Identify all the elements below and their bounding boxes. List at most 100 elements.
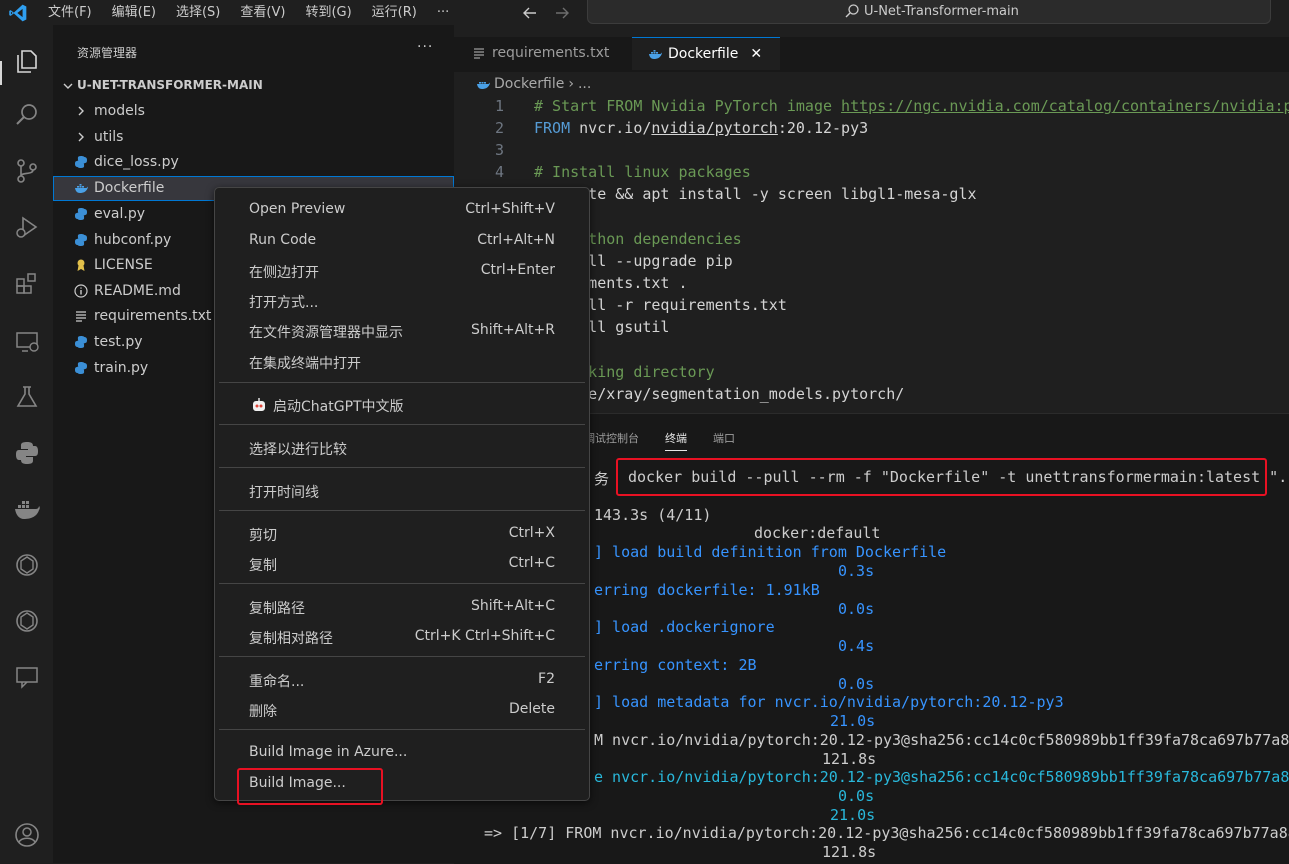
menu-reveal-in-explorer[interactable]: 在文件资源管理器中显示 Shift+Alt+R — [219, 317, 585, 343]
menu-more[interactable]: ··· — [427, 0, 459, 25]
menu-launch-chatgpt[interactable]: 启动ChatGPT中文版 — [219, 391, 585, 417]
tree-item-label: README.md — [94, 283, 181, 299]
menu-edit[interactable]: 编辑(E) — [102, 0, 166, 25]
menu-open-to-side[interactable]: 在侧边打开 Ctrl+Enter — [219, 257, 585, 283]
tree-folder-models[interactable]: models — [53, 99, 454, 124]
vscode-logo-icon — [9, 4, 27, 22]
terminal-line: erring context: 2B — [594, 656, 757, 674]
code-line: 3 — [454, 141, 1289, 163]
license-icon — [77, 259, 85, 271]
sidebar-more-button[interactable]: ··· — [417, 39, 433, 55]
menu-label: Open Preview — [249, 201, 346, 217]
tree-item-label: dice_loss.py — [94, 154, 179, 170]
menu-separator — [219, 583, 585, 584]
code-text: nvcr.io/ — [570, 119, 652, 137]
code-line: 4 # Install linux packages — [454, 163, 1289, 185]
extensions-icon — [15, 273, 36, 294]
activity-bar — [0, 25, 53, 863]
menu-open-preview[interactable]: Open Preview Ctrl+Shift+V — [219, 196, 585, 222]
terminal-line: 0.4s — [838, 637, 875, 655]
terminal-line: 0.0s — [838, 600, 875, 618]
chevron-right-icon — [78, 132, 84, 142]
code-text: t update && apt install -y screen libgl1… — [534, 185, 977, 203]
tab-label: Dockerfile — [668, 46, 739, 62]
menu-open-timeline[interactable]: 打开时间线 — [219, 477, 585, 503]
python-file-icon — [75, 208, 87, 220]
line-number: 2 — [494, 119, 504, 137]
arrow-left-icon[interactable] — [522, 5, 538, 21]
menu-label: Run Code — [249, 232, 317, 248]
menu-build-image-azure[interactable]: Build Image in Azure... — [219, 739, 585, 765]
docker-file-icon — [649, 50, 662, 59]
menu-copy-path[interactable]: 复制路径 Shift+Alt+C — [219, 593, 585, 619]
menu-rename[interactable]: 重命名... F2 — [219, 666, 585, 692]
activity-chatgpt-2[interactable] — [0, 597, 53, 645]
docker-file-icon — [75, 184, 88, 193]
code-link[interactable]: https://ngc.nvidia.com/catalog/container… — [841, 97, 1289, 115]
tree-item-label: LICENSE — [94, 257, 153, 273]
menu-separator — [219, 510, 585, 511]
tab-requirements[interactable]: requirements.txt — [454, 37, 632, 69]
arrow-right-icon[interactable] — [554, 5, 570, 21]
menu-go[interactable]: 转到(G) — [295, 0, 361, 25]
activity-search[interactable] — [0, 91, 53, 139]
info-icon — [74, 284, 88, 298]
terminal-line: 21.0s — [830, 712, 876, 730]
python-file-icon — [75, 234, 87, 246]
tree-item-label: models — [94, 103, 145, 119]
tree-item-label: train.py — [94, 360, 149, 376]
menu-shortcut: Ctrl+Enter — [480, 262, 555, 278]
tab-dockerfile[interactable]: Dockerfile ✕ — [632, 37, 780, 70]
tree-item-label: utils — [94, 129, 124, 145]
menu-open-in-terminal[interactable]: 在集成终端中打开 — [219, 348, 585, 374]
activity-testing[interactable] — [0, 373, 53, 421]
menu-label: 选择以进行比较 — [249, 442, 347, 458]
close-icon[interactable]: ✕ — [750, 46, 762, 62]
activity-remote-explorer[interactable] — [0, 317, 53, 365]
menu-cut[interactable]: 剪切 Ctrl+X — [219, 520, 585, 546]
tree-file-dice-loss[interactable]: dice_loss.py — [53, 150, 454, 175]
menu-separator — [219, 382, 585, 383]
breadcrumb-separator: › — [568, 76, 574, 92]
tree-folder-utils[interactable]: utils — [53, 125, 454, 150]
command-highlight — [616, 458, 1267, 496]
tab-debug-console[interactable]: 调试控制台 — [584, 430, 639, 451]
menu-file[interactable]: 文件(F) — [38, 0, 102, 25]
menu-select-for-compare[interactable]: 选择以进行比较 — [219, 434, 585, 460]
menu-separator — [219, 656, 585, 657]
folder-header[interactable]: U-NET-TRANSFORMER-MAIN — [53, 75, 454, 97]
activity-docker[interactable] — [0, 485, 53, 533]
breadcrumb-more[interactable]: ... — [578, 76, 591, 92]
activity-extensions[interactable] — [0, 259, 53, 307]
terminal-line: erring dockerfile: 1.91kB — [594, 581, 820, 599]
code-link[interactable]: nvidia/pytorch — [651, 119, 777, 137]
menu-selection[interactable]: 选择(S) — [166, 0, 230, 25]
menu-open-with[interactable]: 打开方式... — [219, 287, 585, 313]
menu-shortcut: Ctrl+X — [508, 525, 555, 541]
chevron-down-icon — [63, 83, 73, 89]
menu-copy[interactable]: 复制 Ctrl+C — [219, 550, 585, 576]
menu-delete[interactable]: 删除 Delete — [219, 696, 585, 722]
activity-account[interactable] — [0, 811, 53, 859]
activity-chat[interactable] — [0, 653, 53, 701]
menu-view[interactable]: 查看(V) — [230, 0, 295, 25]
menu-run[interactable]: 运行(R) — [362, 0, 427, 25]
activity-chatgpt-1[interactable] — [0, 541, 53, 589]
terminal-line: 121.8s — [822, 843, 877, 861]
menu-shortcut: Shift+Alt+R — [471, 322, 555, 338]
activity-source-control[interactable] — [0, 147, 53, 195]
terminal-line: e nvcr.io/nvidia/pytorch:20.12-py3@sha25… — [594, 768, 1289, 786]
activity-python[interactable] — [0, 429, 53, 477]
terminal-line: 0.0s — [838, 675, 875, 693]
activity-explorer[interactable] — [0, 37, 53, 85]
menu-copy-relative-path[interactable]: 复制相对路径 Ctrl+K Ctrl+Shift+C — [219, 623, 585, 649]
menu-label: Build Image in Azure... — [249, 744, 408, 760]
command-center[interactable]: U-Net-Transformer-main — [587, 0, 1271, 24]
source-control-icon — [16, 159, 37, 183]
activity-run-debug[interactable] — [0, 203, 53, 251]
menu-run-code[interactable]: Run Code Ctrl+Alt+N — [219, 227, 585, 253]
tab-terminal[interactable]: 终端 — [665, 430, 687, 451]
tab-ports[interactable]: 端口 — [713, 430, 735, 451]
breadcrumb-file[interactable]: Dockerfile — [494, 76, 564, 92]
chatgpt-icon — [15, 554, 38, 576]
